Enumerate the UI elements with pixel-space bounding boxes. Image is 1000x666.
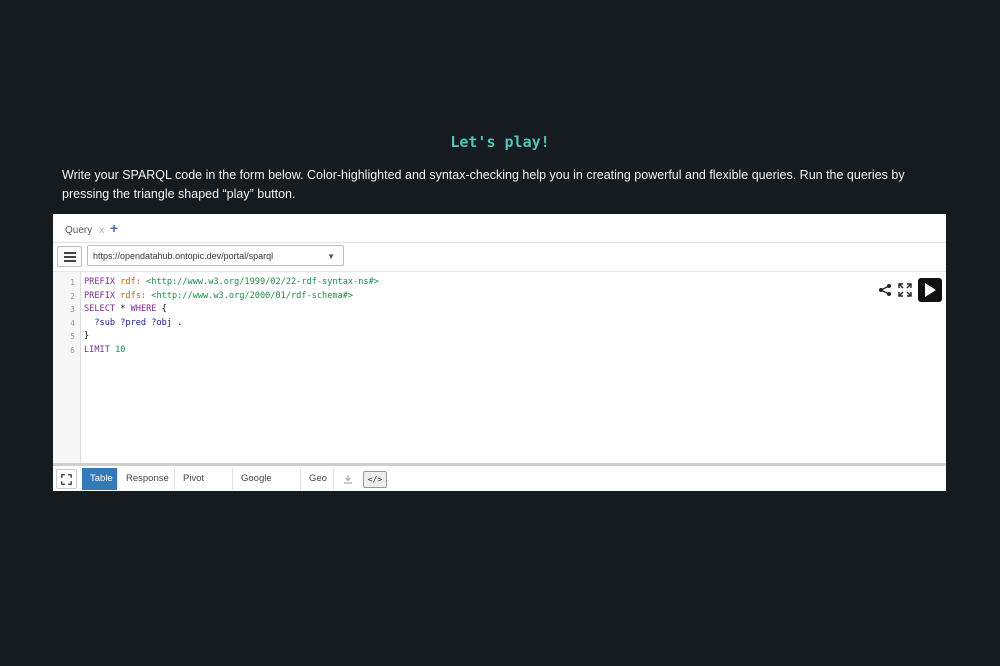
- endpoint-select[interactable]: https://opendatahub.ontopic.dev/portal/s…: [87, 245, 344, 266]
- download-button[interactable]: [339, 471, 357, 487]
- line-number: 2: [70, 292, 75, 301]
- download-icon: [344, 475, 352, 484]
- line-number: 6: [70, 346, 75, 355]
- fullscreen-icon[interactable]: [898, 283, 912, 297]
- tab-geo[interactable]: Geo: [301, 468, 334, 490]
- show-code-button[interactable]: </>: [363, 471, 387, 488]
- close-tab-icon[interactable]: x: [99, 225, 104, 236]
- tab-pivot-table[interactable]: Pivot Table: [175, 468, 233, 490]
- code-prefix: rdf:: [120, 277, 141, 287]
- code-brace: {: [161, 304, 167, 314]
- code-keyword: SELECT: [84, 304, 116, 314]
- code-prefix: rdfs:: [120, 291, 147, 301]
- play-icon: [925, 283, 936, 297]
- tab-query[interactable]: Query x: [59, 218, 112, 242]
- run-query-button[interactable]: [918, 278, 942, 302]
- share-icon[interactable]: [878, 283, 892, 297]
- code-line: ?sub ?pred ?obj .: [84, 318, 182, 328]
- page-heading: Let's play!: [450, 133, 550, 151]
- code-keyword: WHERE: [130, 304, 157, 314]
- code-line: PREFIX rdfs: <http://www.w3.org/2000/01/…: [84, 291, 353, 301]
- code-keyword: PREFIX: [84, 277, 116, 287]
- line-number: 3: [70, 305, 75, 314]
- code-line: SELECT * WHERE {: [84, 304, 167, 314]
- sparql-editor-widget: Query x + https://opendatahub.ontopic.de…: [53, 214, 946, 491]
- code-iri: <http://www.w3.org/1999/02/22-rdf-syntax…: [146, 277, 379, 287]
- expand-icon: [61, 473, 72, 485]
- code-keyword: LIMIT: [84, 345, 110, 355]
- code-star: *: [120, 304, 126, 314]
- code-iri: <http://www.w3.org/2000/01/rdf-schema#>: [151, 291, 354, 301]
- menu-button[interactable]: [57, 246, 82, 267]
- code-dot: .: [177, 318, 183, 328]
- tab-table[interactable]: Table: [82, 468, 118, 490]
- add-tab-button[interactable]: +: [110, 220, 118, 236]
- hamburger-icon-bar: [63, 255, 76, 258]
- line-number: 5: [70, 332, 75, 341]
- results-toolbar: Table Response Pivot Table Google Chart …: [53, 466, 946, 491]
- code-variables: ?sub ?pred ?obj: [94, 318, 172, 328]
- code-line: }: [84, 331, 89, 341]
- control-bar: https://opendatahub.ontopic.dev/portal/s…: [53, 243, 946, 272]
- line-number: 1: [70, 278, 75, 287]
- query-tab-bar: Query x +: [53, 214, 946, 243]
- code-brace: }: [84, 331, 90, 341]
- code-line: LIMIT 10: [84, 345, 125, 355]
- line-number: 4: [70, 319, 75, 328]
- hamburger-icon-bar: [63, 251, 76, 254]
- endpoint-value: https://opendatahub.ontopic.dev/portal/s…: [93, 251, 274, 261]
- code-line: PREFIX rdf: <http://www.w3.org/1999/02/2…: [84, 277, 379, 287]
- code-number: 10: [115, 345, 126, 355]
- line-number-gutter: 1 2 3 4 5 6: [53, 272, 81, 463]
- editor-toolbar: [878, 278, 942, 302]
- query-editor[interactable]: 1 2 3 4 5 6 PREFIX rdf: <http://www.w3.o…: [53, 272, 946, 463]
- code-keyword: PREFIX: [84, 291, 116, 301]
- tab-google-chart[interactable]: Google Chart: [233, 468, 301, 490]
- hamburger-icon-bar: [63, 259, 76, 262]
- tab-response[interactable]: Response: [118, 468, 175, 490]
- intro-text: Write your SPARQL code in the form below…: [62, 168, 905, 201]
- tab-query-label: Query: [65, 224, 93, 236]
- chevron-down-icon: ▼: [327, 252, 335, 261]
- expand-results-button[interactable]: [56, 469, 77, 489]
